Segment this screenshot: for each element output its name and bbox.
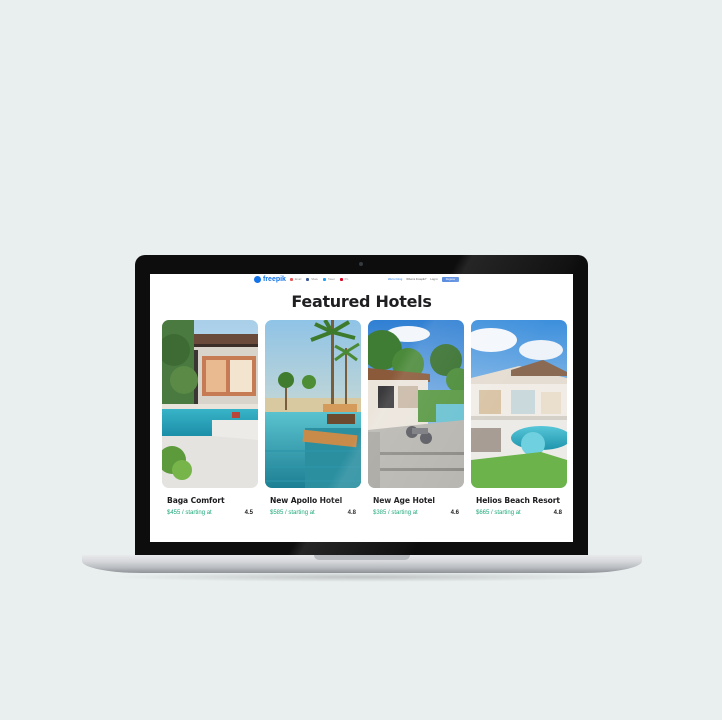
hotel-card[interactable]: New Apollo Hotel $585 / starting at 4.8 — [265, 320, 361, 530]
social-link-pinterest[interactable]: Pin — [339, 278, 349, 281]
twitter-icon — [322, 278, 326, 281]
hotel-rating: 4.6 — [450, 510, 459, 516]
hotel-photo[interactable] — [368, 320, 464, 488]
hotel-name: Helios Beach Resort — [476, 496, 560, 505]
hotel-name: Baga Comfort — [167, 496, 225, 505]
freepik-logo-icon — [254, 276, 261, 283]
hotel-photo[interactable] — [265, 320, 361, 488]
laptop-hinge-notch — [314, 555, 410, 560]
hotel-price: $455 / starting at — [167, 510, 212, 516]
facebook-icon — [306, 278, 310, 281]
nav-link-about[interactable]: What is Freepik? — [406, 278, 426, 281]
hotel-price: $385 / starting at — [373, 510, 418, 516]
laptop-screen: freepik Email Share Tweet Pin We're hiri… — [150, 274, 573, 542]
nav-link-hiring[interactable]: We're hiring — [388, 278, 402, 281]
social-link-email[interactable]: Email — [290, 278, 301, 281]
header-nav: We're hiring What is Freepik? Log in Reg… — [388, 277, 460, 282]
page-title: Featured Hotels — [291, 292, 432, 311]
hotel-rating: 4.8 — [347, 510, 356, 516]
webcam — [359, 262, 363, 266]
hotel-photo[interactable] — [162, 320, 258, 488]
hotel-card[interactable]: Baga Comfort $455 / starting at 4.5 — [162, 320, 258, 530]
social-link-twitter[interactable]: Tweet — [322, 278, 335, 281]
login-link[interactable]: Log in — [430, 278, 437, 281]
resort-pool-image — [471, 320, 567, 488]
social-links: Email Share Tweet Pin — [290, 278, 348, 281]
hotel-price: $585 / starting at — [270, 510, 315, 516]
hotel-card[interactable]: New Age Hotel $385 / starting at 4.6 — [368, 320, 464, 530]
hotel-name: New Age Hotel — [373, 496, 435, 505]
hotel-rating: 4.8 — [553, 510, 562, 516]
hotel-cards: Baga Comfort $455 / starting at 4.5 New … — [162, 320, 567, 530]
laptop-lid: freepik Email Share Tweet Pin We're hiri… — [135, 255, 588, 555]
social-label: Email — [295, 278, 302, 281]
register-button[interactable]: Register — [441, 277, 460, 282]
villa-pool-image — [162, 320, 258, 488]
laptop-base — [82, 555, 642, 573]
site-header: freepik Email Share Tweet Pin We're hiri… — [150, 274, 573, 286]
site-logo[interactable]: freepik — [254, 276, 286, 283]
pinterest-icon — [339, 278, 343, 281]
hotel-name: New Apollo Hotel — [270, 496, 343, 505]
social-label: Pin — [344, 278, 349, 281]
hotel-photo[interactable] — [471, 320, 567, 488]
courtyard-pool-image — [368, 320, 464, 488]
beach-pool-image — [265, 320, 361, 488]
social-label: Tweet — [327, 278, 335, 281]
laptop-shadow — [110, 572, 615, 582]
hotel-card[interactable]: Helios Beach Resort $665 / starting at 4… — [471, 320, 567, 530]
hotel-rating: 4.5 — [244, 510, 253, 516]
social-link-facebook[interactable]: Share — [306, 278, 318, 281]
logo-text: freepik — [263, 276, 286, 283]
email-icon — [290, 278, 293, 281]
hotel-price: $665 / starting at — [476, 510, 521, 516]
social-label: Share — [311, 278, 318, 281]
